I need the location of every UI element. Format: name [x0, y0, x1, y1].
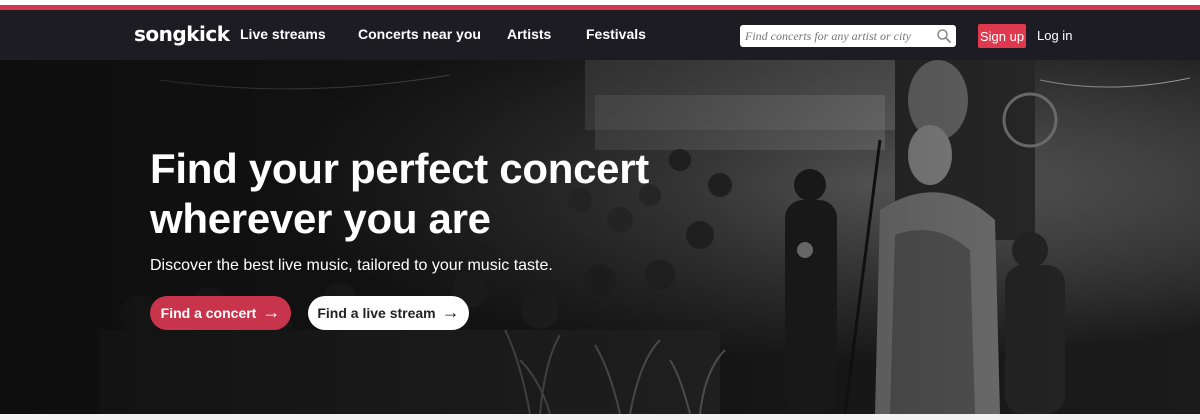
hero-tagline: Discover the best live music, tailored t… — [150, 257, 553, 274]
arrow-right-icon: → — [441, 301, 460, 322]
songkick-logo[interactable]: songkick — [134, 22, 230, 46]
nav-item-live-streams[interactable]: Live streams — [240, 26, 326, 42]
page-bottom-strip — [0, 414, 1200, 420]
search-box — [740, 25, 956, 47]
find-concert-label: Find a concert — [160, 305, 257, 321]
hero-headline-line-1: Find your perfect concert — [150, 145, 649, 192]
search-icon[interactable] — [936, 28, 952, 44]
nav-item-festivals[interactable]: Festivals — [586, 26, 646, 42]
find-concert-button[interactable]: Find a concert → — [150, 296, 291, 330]
nav-item-artists[interactable]: Artists — [507, 26, 551, 42]
login-link[interactable]: Log in — [1037, 28, 1072, 43]
arrow-right-icon: → — [262, 301, 281, 322]
find-live-stream-button[interactable]: Find a live stream → — [308, 296, 469, 330]
find-live-stream-label: Find a live stream — [317, 305, 436, 321]
search-input[interactable] — [745, 27, 930, 45]
hero-banner: Find your perfect concert wherever you a… — [0, 60, 1200, 414]
hero-headline-line-2: wherever you are — [150, 195, 491, 242]
nav-item-concerts-near-you[interactable]: Concerts near you — [358, 26, 481, 42]
hero-headline: Find your perfect concert wherever you a… — [150, 144, 770, 244]
signup-button[interactable]: Sign up — [978, 24, 1026, 48]
site-header: songkick Live streams Concerts near you … — [0, 10, 1200, 60]
